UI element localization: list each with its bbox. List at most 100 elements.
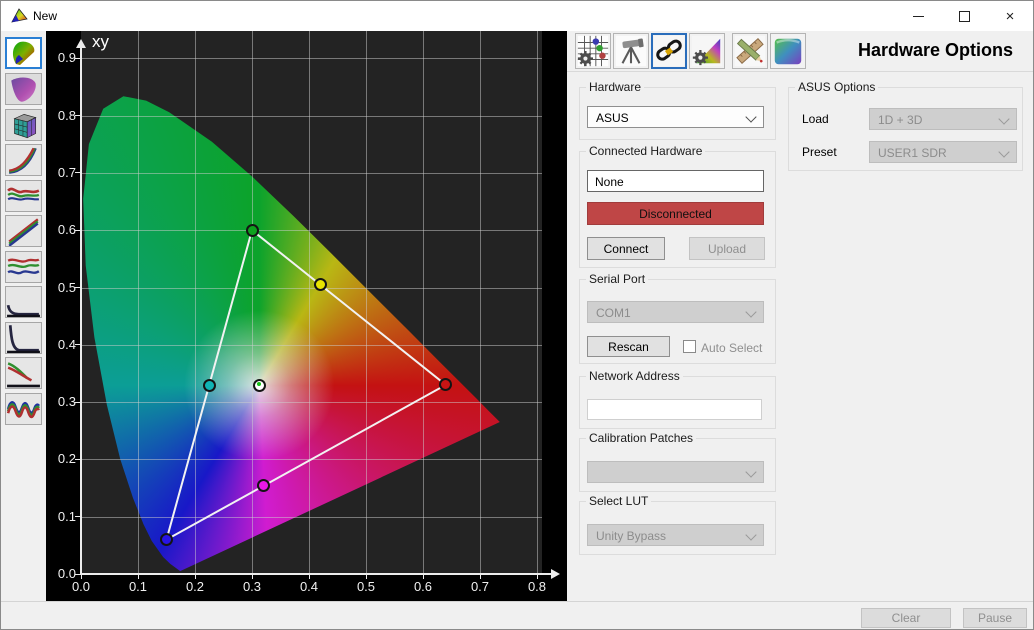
pause-button[interactable]: Pause: [963, 608, 1027, 628]
sidebar-item-cie-xy[interactable]: [5, 37, 42, 69]
chevron-down-icon: [998, 146, 1009, 157]
rgb-ramp-icon: [6, 216, 41, 246]
calibration-patches-group: Calibration Patches: [579, 438, 776, 492]
green-primary: [246, 224, 259, 237]
hardware-select[interactable]: ASUS: [587, 106, 764, 128]
panel-title: Hardware Options: [858, 40, 1013, 61]
asus-options-group-label: ASUS Options: [795, 80, 878, 94]
sidebar-item-rgb-balance[interactable]: [5, 180, 42, 212]
minimize-icon: [913, 16, 924, 17]
calibration-patches-select[interactable]: [587, 461, 764, 483]
serial-port-select[interactable]: COM1: [587, 301, 764, 323]
sidebar-item-gamma-curves[interactable]: [5, 144, 42, 176]
toolbar-measure-edit-button[interactable]: [732, 33, 768, 69]
toolbar-hardware-link-button[interactable]: [651, 33, 687, 69]
patches-grid-icon: [576, 34, 610, 68]
hardware-options-panel: Hardware Options Hardware ASUS Connected…: [567, 31, 1034, 601]
cie-xy-icon: [7, 39, 40, 67]
cube-3d-icon: [6, 110, 41, 140]
titlebar: New ×: [1, 1, 1033, 31]
chevron-down-icon: [745, 466, 756, 477]
window-title: New: [33, 9, 57, 23]
ruler-pencil-icon: [733, 34, 767, 68]
eotf-curve-icon: [6, 323, 41, 353]
network-address-field[interactable]: [587, 399, 762, 420]
rgb-waveform-icon: [6, 394, 41, 424]
sidebar-item-rgb-ramp[interactable]: [5, 215, 42, 247]
auto-select-label: Auto Select: [701, 341, 762, 355]
color-cube-icon: [771, 34, 805, 68]
select-lut-select[interactable]: Unity Bypass: [587, 524, 764, 546]
clear-button[interactable]: Clear: [861, 608, 951, 628]
select-lut-value: Unity Bypass: [596, 529, 666, 543]
select-lut-group-label: Select LUT: [586, 494, 651, 508]
network-address-group: Network Address: [579, 376, 776, 429]
connected-device-field[interactable]: None: [587, 170, 764, 192]
connected-device-value: None: [595, 175, 624, 189]
sidebar-item-luminance-floor[interactable]: [5, 286, 42, 318]
sidebar-item-rgb-levels[interactable]: [5, 251, 42, 283]
cie-uv-icon: [6, 74, 41, 104]
close-button[interactable]: ×: [987, 1, 1033, 31]
lut-gradient-gear-icon: [690, 34, 724, 68]
toolbar-gamut-cube-button[interactable]: [770, 33, 806, 69]
white-point: [253, 379, 266, 392]
footer-bar: Clear Pause: [1, 601, 1033, 630]
serial-port-group-label: Serial Port: [586, 272, 648, 286]
connect-button[interactable]: Connect: [587, 237, 665, 260]
load-select-value: 1D + 3D: [878, 113, 922, 127]
cie-xy-chart: xy 0.00.10.20.30.40.50.60.70.80.00.10.20…: [46, 31, 567, 601]
auto-select-checkbox[interactable]: [683, 340, 696, 353]
luminance-floor-icon: [6, 287, 41, 317]
asus-options-group: ASUS Options Load 1D + 3D Preset USER1 S…: [788, 87, 1023, 171]
sidebar-item-rgb-waveform[interactable]: [5, 393, 42, 425]
preset-select-value: USER1 SDR: [878, 146, 947, 160]
toolbar-separator: [567, 71, 1034, 72]
load-select[interactable]: 1D + 3D: [869, 108, 1017, 130]
connected-hardware-group-label: Connected Hardware: [586, 144, 705, 158]
sidebar-item-cie-uv[interactable]: [5, 73, 42, 105]
connected-hardware-group: Connected Hardware None Disconnected Con…: [579, 151, 776, 268]
network-address-group-label: Network Address: [586, 369, 683, 383]
view-sidebar: [1, 31, 46, 601]
close-icon: ×: [1006, 9, 1015, 24]
chevron-down-icon: [745, 111, 756, 122]
maximize-icon: [959, 11, 970, 22]
yellow-secondary: [314, 278, 327, 291]
chevron-down-icon: [998, 113, 1009, 124]
sidebar-item-eotf-curve[interactable]: [5, 322, 42, 354]
cyan-secondary: [203, 379, 216, 392]
chevron-down-icon: [745, 306, 756, 317]
rescan-button[interactable]: Rescan: [587, 336, 670, 357]
rgb-separation-icon: [6, 358, 41, 388]
toolbar-lut-generation-button[interactable]: [689, 33, 725, 69]
hardware-group: Hardware ASUS: [579, 87, 776, 140]
rgb-balance-icon: [6, 181, 41, 211]
load-label: Load: [802, 112, 829, 126]
preset-select[interactable]: USER1 SDR: [869, 141, 1017, 163]
app-window: New ×: [0, 0, 1034, 630]
rgb-levels-icon: [6, 252, 41, 282]
serial-port-value: COM1: [596, 306, 631, 320]
minimize-button[interactable]: [895, 1, 941, 31]
chain-link-icon: [653, 35, 685, 67]
toolbar-profiling-patches-button[interactable]: [575, 33, 611, 69]
probe-tripod-icon: [614, 34, 648, 68]
sidebar-item-cube-3d[interactable]: [5, 109, 42, 141]
chevron-down-icon: [745, 529, 756, 540]
gamma-curves-icon: [6, 145, 41, 175]
preset-label: Preset: [802, 145, 837, 159]
calibration-patches-group-label: Calibration Patches: [586, 431, 696, 445]
upload-button[interactable]: Upload: [689, 237, 765, 260]
serial-port-group: Serial Port COM1 Rescan Auto Select: [579, 279, 776, 364]
app-gamut-icon: [10, 8, 28, 24]
sidebar-item-rgb-separation[interactable]: [5, 357, 42, 389]
maximize-button[interactable]: [941, 1, 987, 31]
connection-status-badge: Disconnected: [587, 202, 764, 225]
gamut-triangle: [46, 31, 567, 601]
hardware-group-label: Hardware: [586, 80, 644, 94]
select-lut-group: Select LUT Unity Bypass: [579, 501, 776, 555]
hardware-select-value: ASUS: [596, 111, 629, 125]
toolbar-probe-button[interactable]: [613, 33, 649, 69]
connection-status-text: Disconnected: [639, 207, 712, 221]
